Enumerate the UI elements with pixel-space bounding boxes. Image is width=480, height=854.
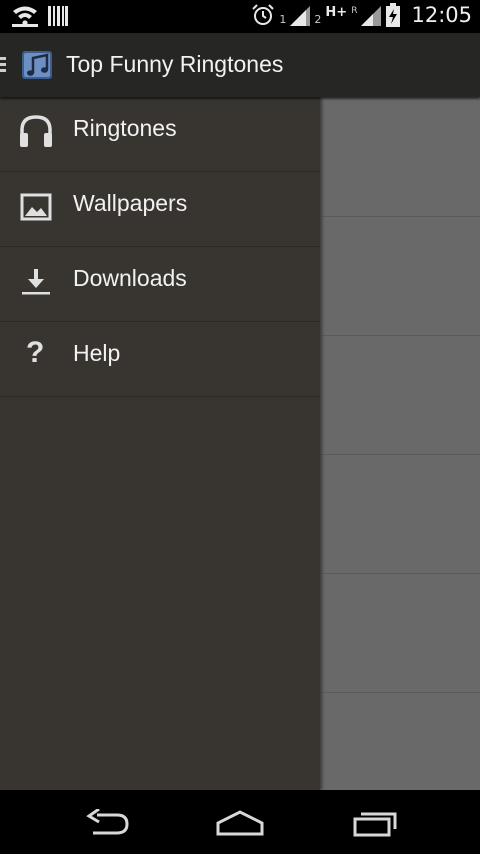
network-type-label: H+ <box>325 4 348 20</box>
action-bar: Top Funny Ringtones <box>0 33 480 97</box>
app-title: Top Funny Ringtones <box>66 51 284 77</box>
battery-icon <box>386 3 401 27</box>
list-divider <box>322 573 480 574</box>
drawer-item-label: Ringtones <box>73 115 177 141</box>
back-button[interactable] <box>77 806 137 840</box>
signal-strength-icon-2 <box>361 6 382 26</box>
signal-strength-icon <box>290 6 311 26</box>
image-icon <box>20 193 52 221</box>
drawer-item-wallpapers[interactable]: Wallpapers <box>0 172 320 247</box>
navigation-drawer: Ringtones Wallpapers Downloads ? Help <box>0 97 320 790</box>
drawer-item-label: Wallpapers <box>73 190 188 216</box>
drawer-item-ringtones[interactable]: Ringtones <box>0 97 320 172</box>
roaming-label: R <box>351 6 358 16</box>
list-divider <box>322 454 480 455</box>
status-left-icons <box>12 5 68 27</box>
sim1-label: 1 <box>279 12 287 26</box>
sim2-label: 2 <box>314 12 322 26</box>
help-icon: ? <box>26 336 45 369</box>
drawer-item-label: Help <box>73 340 121 366</box>
home-button[interactable] <box>210 806 270 840</box>
status-bar: 1 2 H+ R 12:05 <box>0 0 480 33</box>
headphones-icon <box>20 115 52 147</box>
status-right-icons: 1 2 H+ R 12:05 <box>251 3 472 27</box>
drawer-item-help[interactable]: ? Help <box>0 322 320 397</box>
alarm-icon <box>252 4 275 25</box>
download-icon <box>22 269 50 295</box>
barcode-notification-icon <box>48 6 68 26</box>
recents-icon <box>353 812 397 837</box>
music-note-app-icon[interactable] <box>20 47 56 83</box>
recents-button[interactable] <box>345 806 405 840</box>
list-divider <box>322 692 480 693</box>
system-navigation-bar <box>0 790 480 854</box>
list-divider <box>322 216 480 217</box>
drawer-item-downloads[interactable]: Downloads <box>0 247 320 322</box>
back-icon <box>86 809 129 835</box>
home-icon <box>216 810 264 836</box>
list-divider <box>322 335 480 336</box>
status-clock: 12:05 <box>411 3 472 27</box>
wifi-icon <box>12 6 38 27</box>
drawer-indicator-icon[interactable] <box>0 57 6 75</box>
drawer-item-label: Downloads <box>73 265 187 291</box>
screen: 1 2 H+ R 12:05 Top Funny Ringtones Ringt… <box>0 0 480 854</box>
